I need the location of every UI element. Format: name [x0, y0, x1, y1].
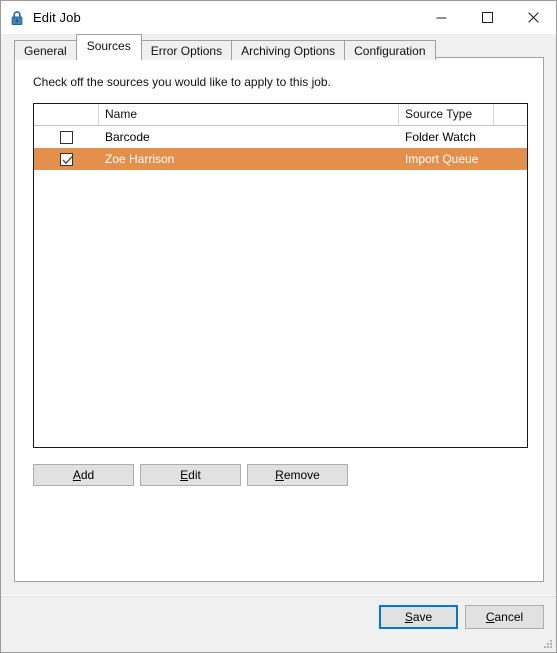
column-header-name[interactable]: Name [99, 104, 399, 125]
add-button-mnemonic: A [72, 468, 81, 482]
cancel-button-label: ancel [494, 610, 524, 624]
footer-buttons: Save Cancel [379, 605, 544, 629]
row-checkbox-cell[interactable] [34, 152, 99, 166]
maximize-button[interactable] [464, 1, 510, 34]
window-controls [418, 1, 556, 34]
column-header-spacer[interactable] [494, 104, 527, 125]
close-icon [527, 12, 539, 23]
list-body: Barcode Folder Watch Zoe Harrison Import… [34, 126, 527, 170]
title-bar-left: Edit Job [1, 10, 81, 26]
save-button-label: ave [412, 610, 433, 624]
footer-divider [1, 595, 556, 597]
tab-strip-host: General Sources Error Options Archiving … [1, 34, 556, 60]
remove-button[interactable]: Remove [247, 464, 348, 486]
table-row[interactable]: Barcode Folder Watch [34, 126, 527, 148]
lock-icon [9, 10, 25, 26]
row-source-type: Import Queue [405, 152, 479, 166]
column-header-check[interactable] [34, 104, 99, 125]
save-button-mnemonic: S [404, 610, 413, 624]
sources-list[interactable]: Name Source Type Barcode Folder Watch Zo… [33, 103, 528, 448]
tab-strip: General Sources Error Options Archiving … [14, 34, 556, 60]
edit-job-dialog: Edit Job General Sources Error Options A… [0, 0, 557, 653]
list-action-buttons: Add Edit Remove [33, 464, 348, 486]
tab-general[interactable]: General [14, 40, 77, 60]
remove-button-mnemonic: R [275, 468, 284, 482]
column-header-source-type[interactable]: Source Type [399, 104, 494, 125]
row-name: Barcode [105, 130, 150, 144]
list-header: Name Source Type [34, 104, 527, 126]
resize-grip-icon[interactable] [541, 637, 553, 649]
add-button[interactable]: Add [33, 464, 134, 486]
tab-archiving-options[interactable]: Archiving Options [231, 40, 346, 60]
row-source-type: Folder Watch [405, 130, 476, 144]
title-bar: Edit Job [1, 1, 556, 34]
cancel-button-mnemonic: C [485, 610, 495, 624]
row-checkbox-cell[interactable] [34, 130, 99, 144]
tab-error-options[interactable]: Error Options [140, 40, 233, 60]
minimize-button[interactable] [418, 1, 464, 34]
window-title: Edit Job [33, 10, 81, 25]
edit-button-label: dit [188, 468, 201, 482]
save-button[interactable]: Save [379, 605, 458, 629]
tab-configuration[interactable]: Configuration [344, 40, 436, 60]
instruction-text: Check off the sources you would like to … [33, 75, 331, 89]
sources-tab-panel: Check off the sources you would like to … [14, 57, 544, 582]
edit-button[interactable]: Edit [140, 464, 241, 486]
minimize-icon [436, 17, 446, 19]
cancel-button[interactable]: Cancel [465, 605, 544, 629]
tab-sources[interactable]: Sources [75, 34, 142, 58]
close-button[interactable] [510, 1, 556, 34]
remove-button-label: emove [283, 468, 320, 482]
edit-button-mnemonic: E [180, 468, 189, 482]
table-row[interactable]: Zoe Harrison Import Queue [34, 148, 527, 170]
checkbox-unchecked-icon[interactable] [60, 130, 73, 144]
maximize-icon [481, 12, 493, 23]
dialog-footer: Save Cancel [1, 582, 556, 652]
row-name: Zoe Harrison [105, 152, 175, 166]
checkbox-checked-icon[interactable] [60, 152, 73, 166]
add-button-label: dd [80, 468, 95, 482]
